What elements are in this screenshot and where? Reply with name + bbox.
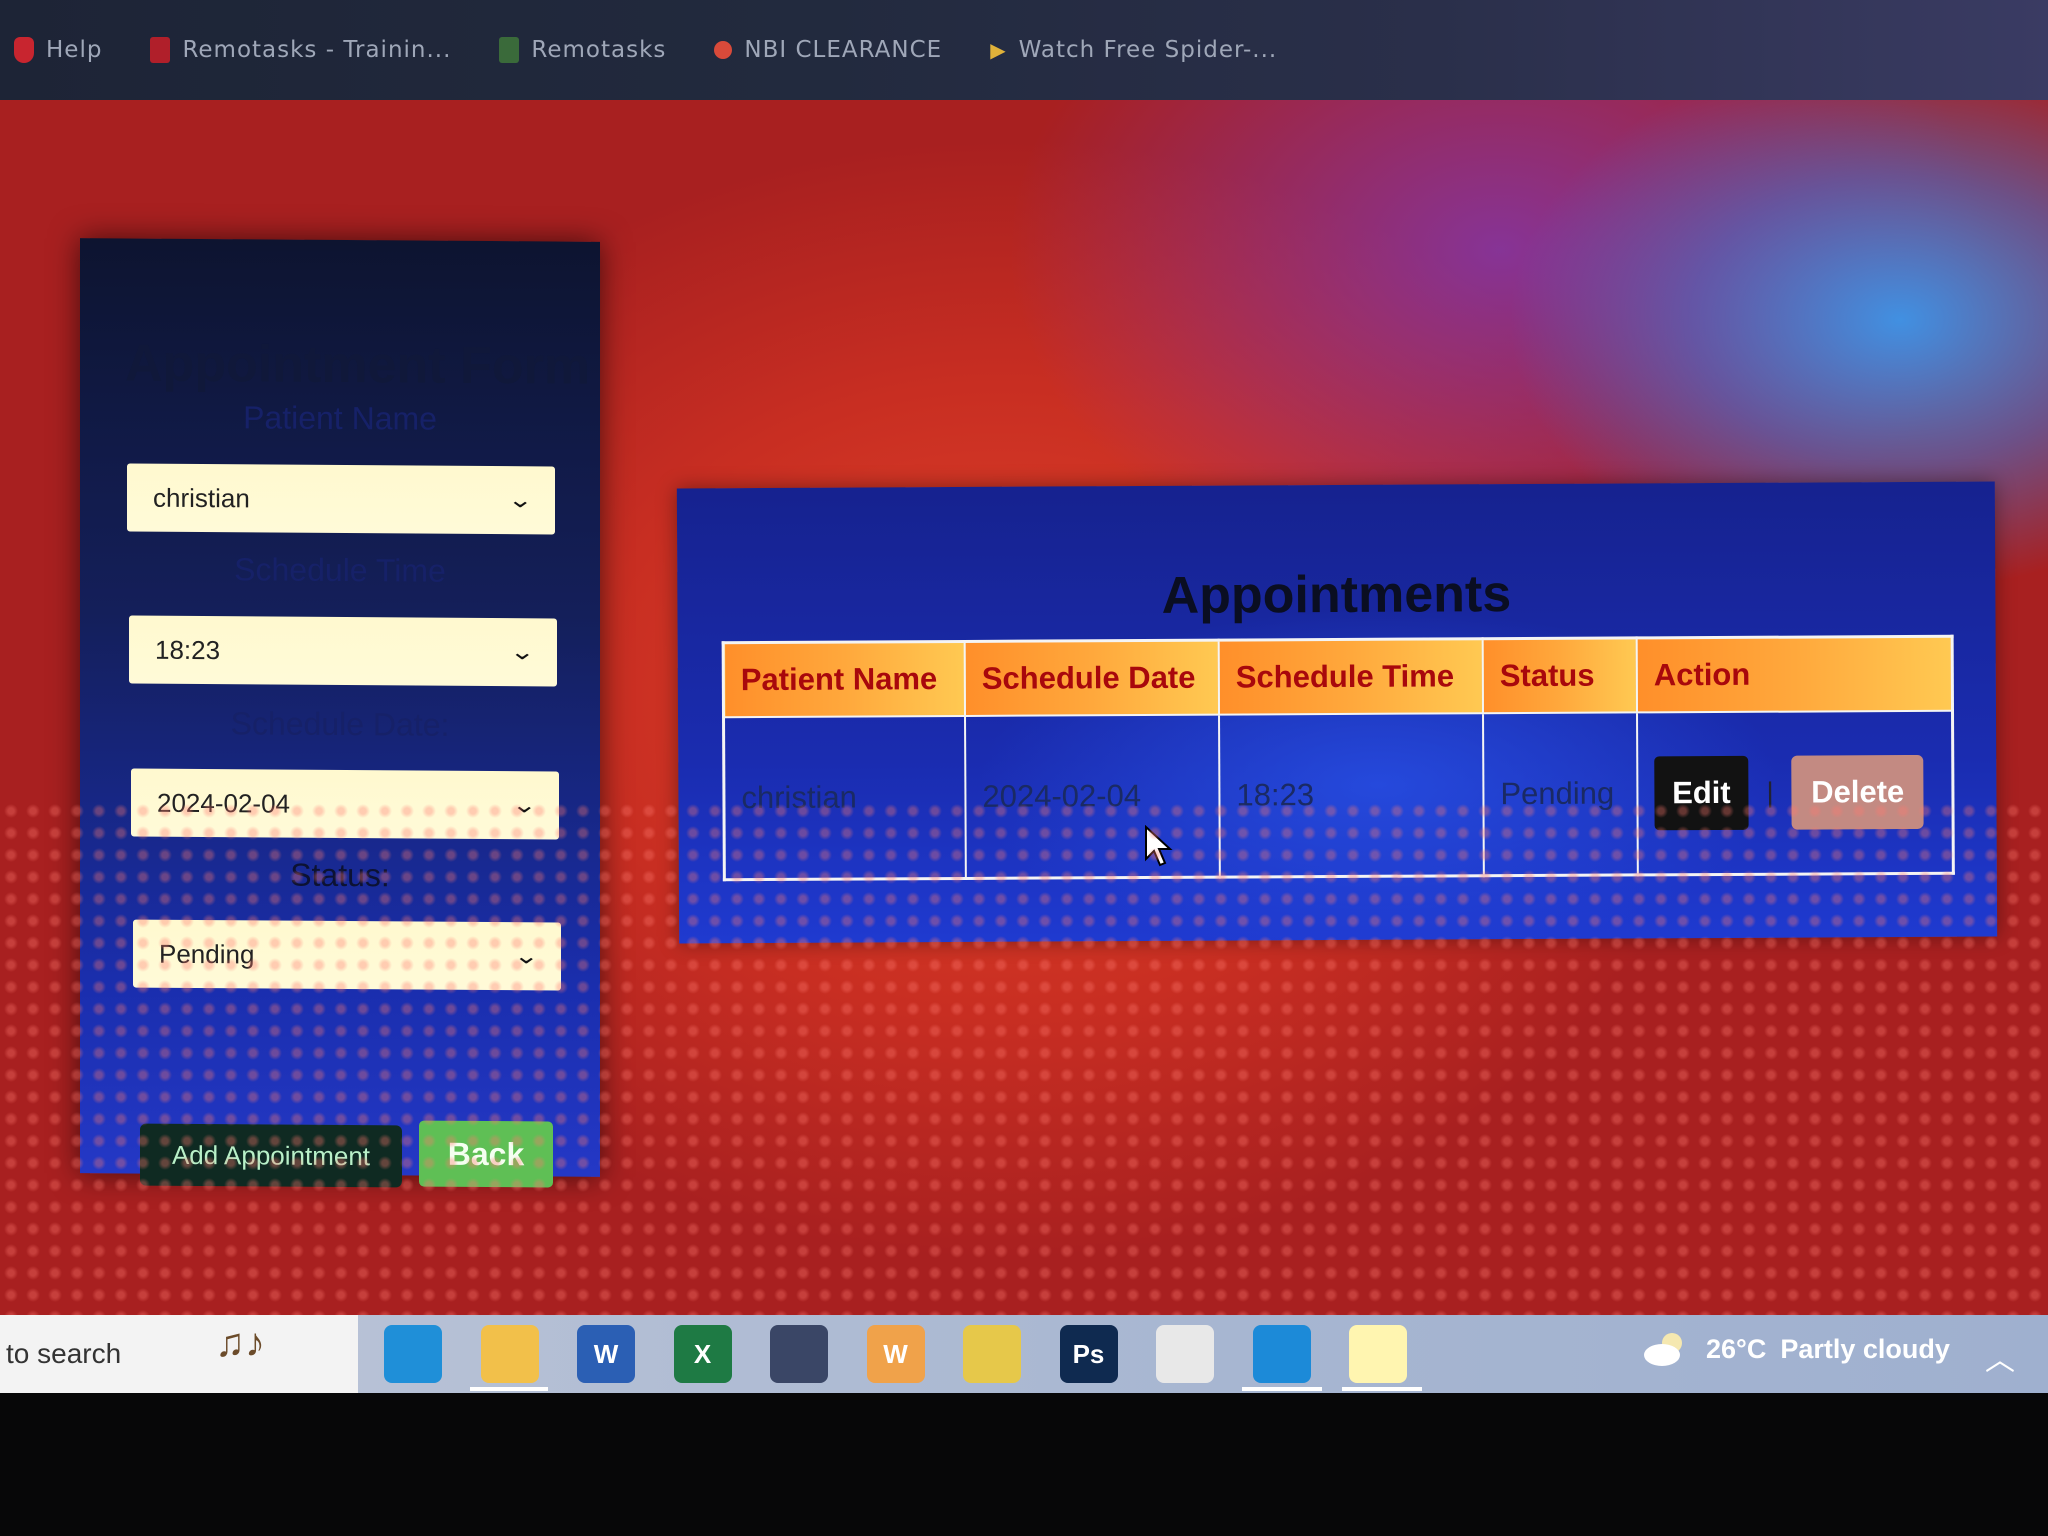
schedule-time-select[interactable]: 18:23 ⌄ [129,615,557,687]
mouse-cursor-icon [1145,825,1173,867]
bookmark-help[interactable]: Help [14,37,102,63]
delete-button[interactable]: Delete [1791,754,1924,830]
schedule-time-label: Schedule Time [234,551,446,589]
photoshop-icon[interactable]: Ps [1059,1325,1118,1383]
column-header-status: Status [1482,637,1638,714]
appointments-table: Patient Name Schedule Date Schedule Time… [721,634,1955,882]
appointments-panel: Appointments Patient Name Schedule Date … [676,481,1998,944]
schedule-date-label: Schedule Date: [230,705,450,743]
column-header-schedule-date: Schedule Date [964,640,1220,716]
weather-temperature: 26°C [1706,1333,1767,1364]
bookmark-label: Help [46,37,103,63]
sticky-notes-icon[interactable] [1349,1325,1407,1383]
table-row: christian 2024-02-04 18:23 Pending Edit |… [723,710,1954,880]
table-header-row: Patient Name Schedule Date Schedule Time… [723,636,1953,718]
edit-button[interactable]: Edit [1654,755,1749,831]
column-header-schedule-time: Schedule Time [1218,638,1484,715]
search-placeholder: to search [6,1338,122,1369]
status-value: Pending [159,938,255,969]
taskbar: to search ♫♪ W X W Ps 26°C Partly cloudy ︿ [0,1315,2048,1393]
schedule-time-value: 18:23 [155,634,221,665]
cell-status: Pending [1483,712,1638,876]
bookmark-heart-icon [14,37,34,63]
music-gramophone-icon: ♫♪ [215,1321,265,1365]
wps-icon[interactable]: W [866,1325,925,1383]
chevron-down-icon: ⌄ [510,792,537,818]
add-appointment-button[interactable]: Add Appointment [140,1123,402,1188]
active-indicator [1242,1387,1322,1391]
bookmark-label: Remotasks - Trainin... [182,37,452,63]
bookmark-nbi-clearance[interactable]: NBI CLEARANCE [714,37,942,63]
weather-widget[interactable]: 26°C Partly cloudy [1640,1329,1950,1369]
appointments-title: Appointments [1161,565,1512,625]
active-indicator [470,1387,548,1391]
remotasks-icon [499,37,520,63]
status-label: Status: [290,856,390,894]
appointment-form-panel: Appointment Form Patient Name christian … [80,238,600,1188]
form-title: Appointment Form [125,334,591,396]
bookmark-label: NBI CLEARANCE [744,37,943,63]
bookmark-watch-spider[interactable]: ▶ Watch Free Spider-... [990,37,1277,63]
word-icon[interactable]: W [577,1325,635,1383]
edge-icon[interactable] [384,1325,442,1383]
bookmark-label: Watch Free Spider-... [1018,37,1278,63]
page-background: Appointment Form Patient Name christian … [0,100,2048,1315]
patient-name-select[interactable]: christian ⌄ [127,463,555,535]
active-indicator [1342,1387,1422,1391]
action-separator: | [1766,776,1774,808]
play-icon: ▶ [990,38,1007,62]
bookmarks-bar: Help Remotasks - Trainin... Remotasks NB… [0,0,2048,100]
column-header-patient-name: Patient Name [723,641,966,718]
cell-action: Edit | Delete [1637,710,1954,875]
cell-patient-name: christian [723,715,966,880]
vscode-icon[interactable] [1252,1325,1311,1383]
cell-schedule-time: 18:23 [1219,713,1484,878]
status-select[interactable]: Pending ⌄ [133,919,561,991]
patient-name-value: christian [153,482,250,513]
bookmark-remotasks-training[interactable]: Remotasks - Trainin... [150,37,451,63]
bookmark-remotasks[interactable]: Remotasks [499,37,666,63]
schedule-date-select[interactable]: 2024-02-04 ⌄ [131,768,559,840]
speed-gauge-icon[interactable] [770,1325,828,1383]
excel-icon[interactable]: X [673,1325,732,1383]
chrome-profile-icon[interactable] [1156,1325,1214,1383]
file-explorer-icon[interactable] [480,1325,539,1383]
chrome-icon[interactable] [963,1325,1021,1383]
column-header-action: Action [1636,636,1953,713]
weather-description: Partly cloudy [1780,1333,1950,1364]
chevron-down-icon: ⌄ [512,943,539,969]
remotasks-icon [150,37,171,63]
back-button[interactable]: Back [419,1120,553,1188]
monitor-bezel [0,1393,2048,1536]
cell-schedule-date: 2024-02-04 [965,714,1220,879]
partly-cloudy-icon [1644,1333,1682,1366]
chevron-down-icon: ⌄ [508,639,535,665]
chevron-down-icon: ⌄ [506,487,533,513]
taskbar-search-box[interactable]: to search ♫♪ [0,1315,358,1393]
nbi-icon [714,41,733,59]
tray-expand-chevron-icon[interactable]: ︿ [1985,1335,2015,1379]
patient-name-label: Patient Name [243,399,437,437]
schedule-date-value: 2024-02-04 [157,787,290,819]
bookmark-label: Remotasks [531,37,667,63]
